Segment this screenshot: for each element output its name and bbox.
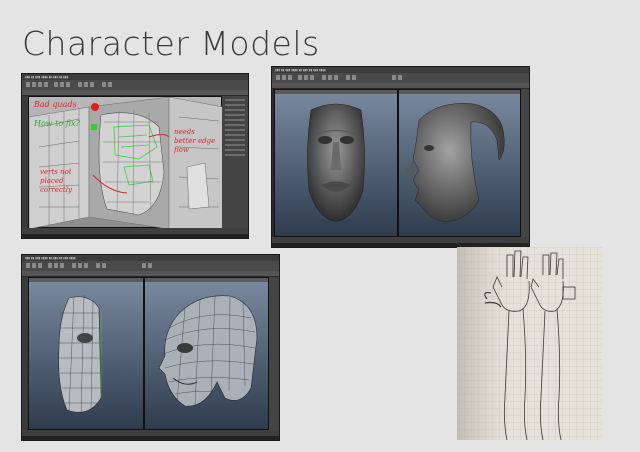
annotation-bad-quads: Bad quads <box>34 100 77 109</box>
maya-shelf <box>22 80 248 90</box>
maya-screenshot-annotated: ▮▮▮ ▮▮ ▮▮▮ ▮▮▮▮ ▮▮ ▮▮▮ ▮▮ ▮▮▮ Bad quads … <box>22 74 248 238</box>
maya-shelf-tabs <box>272 83 529 88</box>
hand-sketch-photo <box>457 247 602 440</box>
annotated-model-view <box>28 96 224 230</box>
maya-viewport <box>28 96 224 230</box>
maya-shelf-tabs <box>22 271 279 276</box>
wire-head-perspective <box>158 295 258 407</box>
head-front-view <box>307 103 365 223</box>
annotation-how-to-fix: How to fix? <box>34 119 80 128</box>
slide-title: Character Models <box>22 24 320 63</box>
maya-command-line <box>22 234 248 238</box>
maya-screenshot-wireframe-head: ▮▮▮ ▮▮ ▮▮▮ ▮▮▮▮ ▮▮ ▮▮▮ ▮▮ ▮▮▮ ▮▮▮▮ <box>22 255 279 440</box>
maya-channel-box <box>521 89 529 237</box>
maya-viewport-front <box>274 89 398 237</box>
maya-shelf <box>22 261 279 271</box>
maya-viewport-left <box>28 277 144 430</box>
hand-sketch-drawing <box>457 247 602 440</box>
maya-viewport-side <box>398 89 521 237</box>
maya-shelf <box>272 73 529 83</box>
red-dot-icon <box>91 103 99 111</box>
maya-shelf-tabs <box>22 90 248 95</box>
wire-head-side <box>58 294 102 415</box>
head-side-view <box>405 103 505 223</box>
annotation-verts: verts not placed correctly <box>40 168 72 194</box>
green-square-icon <box>91 124 97 130</box>
annotation-edge-flow: needs better edge flow <box>174 128 216 154</box>
maya-viewport-right <box>144 277 269 430</box>
maya-channel-box <box>222 96 248 228</box>
maya-screenshot-shaded-head: ▮▮▮ ▮▮ ▮▮▮ ▮▮▮▮ ▮▮ ▮▮▮ ▮▮ ▮▮▮ ▮▮▮▮ <box>272 67 529 247</box>
maya-command-line <box>22 436 279 440</box>
maya-channel-box <box>269 277 279 430</box>
